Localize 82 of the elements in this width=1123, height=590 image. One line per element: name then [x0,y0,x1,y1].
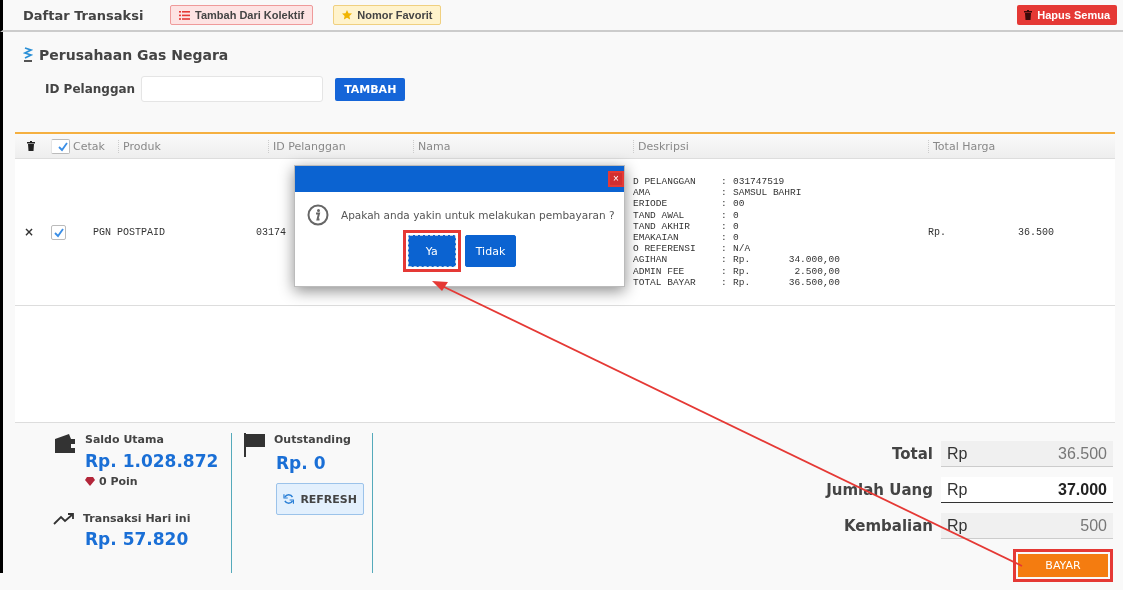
refresh-button[interactable]: REFRESH [276,483,364,515]
gas-company-logo-icon [23,46,33,64]
wallet-icon [53,433,77,455]
main-balance-value: Rp. 1.028.872 [84,451,220,471]
description-label: ADMIN FEE [633,265,686,277]
description-value: N/A [733,243,752,255]
description-value: 031747519 [733,176,786,188]
description-colon: : [721,176,728,188]
info-icon [307,204,329,226]
description-colon: : [721,187,728,199]
checkbox[interactable] [50,224,66,240]
gem-icon [85,477,95,486]
column-header: Produk [118,139,268,153]
remove-row-button[interactable]: × [15,225,43,239]
description-value: 0 [733,220,740,232]
today-transactions-label: Transaksi Hari ini [83,512,191,525]
description-label: TOTAL BAYAR [633,276,697,288]
description-label: D PELANGGAN [633,176,697,188]
description-label: TAND AWAL [633,209,686,221]
description-colon: : [721,254,728,266]
star-icon [342,10,353,20]
description-colon: : [721,209,728,221]
page-title: Daftar Transaksi [23,7,145,23]
points-text: 0 Poin [99,475,138,488]
dialog-button[interactable]: Ya [407,235,456,267]
description-label: TAND AKHIR [633,220,691,232]
description-value: Rp. [733,254,752,266]
customer-id-field[interactable] [141,76,324,102]
payment-field-label: Kembalian [843,517,933,535]
outstanding-value: Rp. 0 [275,453,327,473]
description-amount: 2.500,00 [793,265,840,277]
dialog-button[interactable]: Tidak [464,235,517,267]
product-cell-text: PGN POSTPAID [92,226,166,238]
amount-field[interactable]: Rp 37.000 [941,477,1113,503]
description-value: Rp. [733,265,752,277]
close-button[interactable]: × [610,173,622,185]
description-label: AGIHAN [633,254,669,266]
trash-icon[interactable] [27,141,35,151]
add-button[interactable]: TAMBAH [335,77,406,101]
description-colon: : [721,232,728,244]
description-colon: : [721,265,728,277]
main-balance-label: Saldo Utama [85,433,164,446]
refresh-icon [283,493,295,505]
column-header: Deskripsi [633,139,928,153]
description-colon: : [721,243,728,255]
column-header: Cetak [73,139,106,153]
payment-field-label: Total [892,445,933,463]
description-label: AMA [633,187,652,199]
description-amount: 36.500,00 [787,276,840,288]
description-value: 00 [733,198,746,210]
favorite-numbers-button[interactable]: Nomor Favorit [333,5,442,25]
description-value: Rp. [733,276,752,288]
confirm-message: Apakah anda yakin untuk melakukan pembayaran ? [341,209,615,221]
total-price-cell-text: 36.500 [1018,226,1055,238]
checkbox[interactable] [50,138,70,154]
amount-field: Rp 36.500 [941,441,1113,467]
description-label: EMAKAIAN [633,232,680,244]
description-colon: : [721,220,728,232]
trend-up-icon [53,512,75,525]
column-header: ID Pelanggan [268,139,413,153]
description-colon: : [721,276,728,288]
column-header: Total Harga [928,139,1123,153]
amount-field: Rp 500 [941,513,1113,539]
customer-id-cell-text: 03174 [256,226,287,238]
description-amount: 34.000,00 [787,254,840,266]
trash-icon [1024,10,1033,20]
today-transactions-value: Rp. 57.820 [84,529,190,549]
add-from-collective-button[interactable]: Tambah Dari Kolektif [170,5,314,25]
description-colon: : [721,198,728,210]
column-header: Nama [413,139,633,153]
description-value: 0 [733,209,740,221]
provider-name: Perusahaan Gas Negara [39,47,229,63]
currency-label: Rp. [928,226,947,238]
description-label: ERIODE [633,198,669,210]
description-value: SAMSUL BAHRI [733,187,803,199]
customer-id-label: ID Pelanggan [45,82,136,96]
outstanding-label: Outstanding [274,433,351,446]
description-value: 0 [733,232,740,244]
delete-all-button[interactable]: Hapus Semua [1017,5,1117,25]
flag-icon [244,433,266,457]
description-label: O REFERENSI [633,243,697,255]
list-icon [179,10,190,20]
